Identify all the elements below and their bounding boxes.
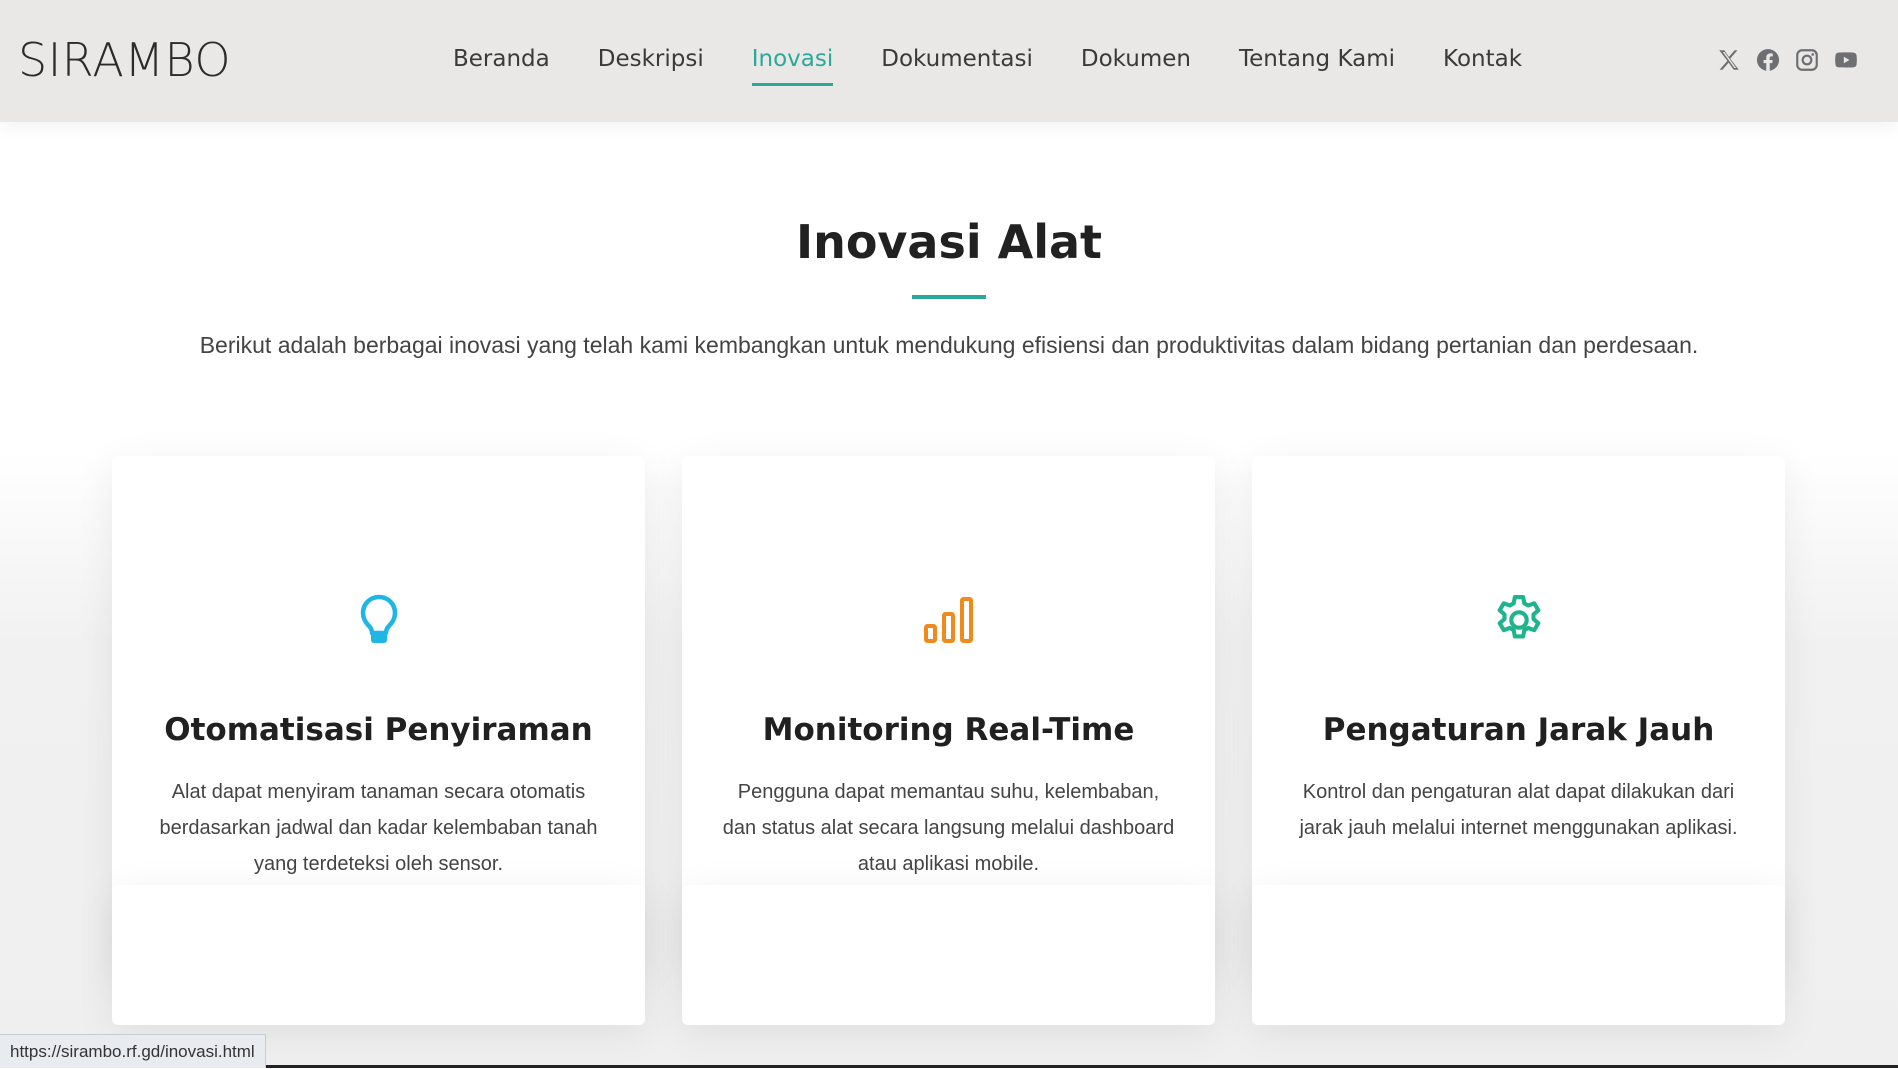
feature-card-partial: [112, 885, 645, 1025]
main-nav: Beranda Deskripsi Inovasi Dokumentasi Do…: [453, 42, 1570, 86]
bar-chart-icon: [682, 590, 1215, 650]
nav-item-dokumen[interactable]: Dokumen: [1081, 42, 1191, 76]
social-links: [1715, 46, 1860, 74]
nav-item-tentang-kami[interactable]: Tentang Kami: [1239, 42, 1395, 76]
section-subtitle: Berikut adalah berbagai inovasi yang tel…: [199, 332, 1699, 358]
card-title: Pengaturan Jarak Jauh: [1322, 712, 1715, 748]
nav-item-deskripsi[interactable]: Deskripsi: [598, 42, 704, 76]
site-logo[interactable]: SIRAMBO: [18, 34, 231, 86]
site-header: SIRAMBO Beranda Deskripsi Inovasi Dokume…: [0, 0, 1898, 122]
feature-card-partial: [682, 885, 1215, 1025]
lightbulb-icon: [112, 590, 645, 650]
card-title: Monitoring Real-Time: [762, 712, 1135, 748]
nav-item-inovasi[interactable]: Inovasi: [751, 42, 833, 86]
section-title: Inovasi Alat: [795, 215, 1103, 269]
gear-icon: [1252, 590, 1785, 650]
nav-item-kontak[interactable]: Kontak: [1443, 42, 1522, 76]
instagram-icon[interactable]: [1793, 46, 1821, 74]
facebook-icon[interactable]: [1754, 46, 1782, 74]
browser-status-url: https://sirambo.rf.gd/inovasi.html: [0, 1034, 266, 1068]
nav-item-dokumentasi[interactable]: Dokumentasi: [881, 42, 1033, 76]
x-icon[interactable]: [1715, 46, 1743, 74]
card-description: Kontrol dan pengaturan alat dapat dilaku…: [1299, 781, 1738, 839]
card-title: Otomatisasi Penyiraman: [164, 712, 593, 748]
nav-item-beranda[interactable]: Beranda: [453, 42, 550, 76]
title-underline: [912, 295, 986, 299]
youtube-icon[interactable]: [1832, 46, 1860, 74]
feature-card-partial: [1252, 885, 1785, 1025]
card-description: Pengguna dapat memantau suhu, kelembaban…: [722, 781, 1175, 875]
card-description: Alat dapat menyiram tanaman secara otoma…: [159, 781, 598, 875]
